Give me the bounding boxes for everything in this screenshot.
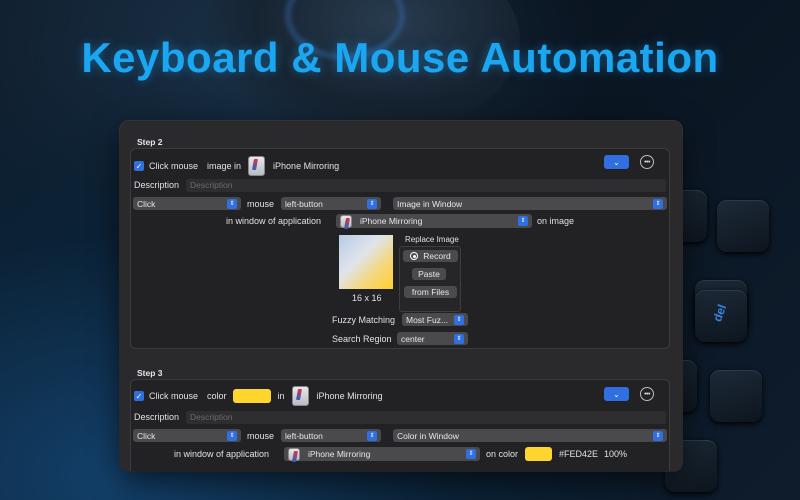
step-3-checkbox[interactable]: ✓ [134, 391, 144, 401]
step-3-window-app: iPhone Mirroring [308, 449, 371, 459]
chevron-updown-icon: ⇕ [227, 430, 237, 441]
image-size-label: 16 x 16 [352, 293, 382, 303]
step-3-tolerance: 100% [604, 449, 628, 459]
chevron-updown-icon: ⇕ [454, 333, 464, 344]
from-files-button[interactable]: from Files [404, 286, 457, 298]
step-2-description-input[interactable]: Description [186, 179, 666, 192]
step-3-title: Step 3 [137, 368, 163, 378]
step-2-title: Step 2 [137, 137, 163, 147]
record-label: Record [423, 251, 451, 261]
step-3-on-color-label: on color [486, 449, 519, 459]
chevron-updown-icon: ⇕ [367, 430, 377, 441]
step-2-mouse-label: mouse [247, 199, 275, 209]
chevron-updown-icon: ⇕ [227, 198, 237, 209]
step-2-mode-select[interactable]: Image in Window ⇕ [393, 197, 667, 210]
step-3-window-label: in window of application [174, 449, 270, 459]
fuzzy-matching-select[interactable]: Most Fuz... ⇕ [402, 313, 468, 326]
step-3-color-well[interactable] [525, 447, 552, 461]
background-key-del: del [695, 290, 747, 342]
select-value: left-button [285, 198, 323, 209]
step-3-more-button[interactable]: ••• [640, 387, 654, 401]
del-key-label: del [710, 302, 730, 324]
step-2-window-app-select[interactable]: iPhone Mirroring ⇕ [336, 214, 532, 228]
paste-button[interactable]: Paste [412, 268, 446, 280]
step-2-window-label: in window of application [226, 216, 322, 226]
replace-image-title: Replace Image [405, 235, 459, 244]
chevron-updown-icon: ⇕ [518, 216, 528, 226]
step-2-box: ✓ Click mouse image in iPhone Mirroring … [130, 148, 670, 349]
step-2-description-label: Description [134, 180, 180, 190]
iphone-mirroring-icon [248, 156, 266, 176]
more-icon: ••• [644, 390, 650, 398]
search-region-label: Search Region [332, 334, 392, 344]
chevron-updown-icon: ⇕ [653, 430, 663, 441]
step-3-description-label: Description [134, 412, 180, 422]
step-3-window-app-select[interactable]: iPhone Mirroring ⇕ [284, 447, 480, 461]
chevron-down-icon: ⌄ [613, 389, 620, 399]
select-value: Most Fuz... [406, 314, 449, 325]
step-2-app: iPhone Mirroring [273, 161, 340, 171]
chevron-updown-icon: ⇕ [367, 198, 377, 209]
step-2-target-type: image in [207, 161, 242, 171]
step-2-on-image-label: on image [537, 216, 575, 226]
step-2-click-type-select[interactable]: Click ⇕ [133, 197, 241, 210]
step-3-button-select[interactable]: left-button ⇕ [281, 429, 381, 442]
select-value: Click [137, 430, 156, 441]
record-button[interactable]: Record [403, 250, 458, 262]
step-3-click-type-select[interactable]: Click ⇕ [133, 429, 241, 442]
chevron-updown-icon: ⇕ [466, 449, 476, 459]
automation-panel: Step 2 ✓ Click mouse image in iPhone Mir… [120, 121, 682, 471]
search-region-select[interactable]: center ⇕ [397, 332, 468, 345]
step-3-box: ✓ Click mouse color in iPhone Mirroring … [130, 379, 670, 471]
step-3-description-input[interactable]: Description [186, 411, 666, 424]
select-value: Click [137, 198, 156, 209]
step-3-target-type: color [207, 391, 227, 401]
iphone-mirroring-icon [288, 447, 300, 461]
select-value: iPhone Mirroring [340, 214, 423, 228]
select-value: left-button [285, 430, 323, 441]
step-3-expand-button[interactable]: ⌄ [604, 387, 629, 401]
chevron-down-icon: ⌄ [613, 157, 620, 167]
step-3-color-swatch[interactable] [232, 389, 271, 403]
select-value: Image in Window [397, 198, 463, 209]
select-value: Color in Window [397, 430, 459, 441]
step-2-window-app: iPhone Mirroring [360, 216, 423, 226]
step-3-color-hex: #FED42E [559, 449, 599, 459]
step-3-mode-select[interactable]: Color in Window ⇕ [393, 429, 667, 442]
step-3-in-label: in [277, 391, 285, 401]
select-value: iPhone Mirroring [288, 447, 371, 461]
replace-image-group: Record Paste from Files [399, 246, 461, 312]
step-3-mouse-label: mouse [247, 431, 275, 441]
step-2-button-select[interactable]: left-button ⇕ [281, 197, 381, 210]
select-value: center [401, 333, 425, 344]
step-2-more-button[interactable]: ••• [640, 155, 654, 169]
step-3-header: ✓ Click mouse color in iPhone Mirroring [134, 386, 383, 406]
step-3-app: iPhone Mirroring [316, 391, 383, 401]
record-icon [410, 252, 419, 260]
step-2-action: Click mouse [149, 161, 199, 171]
step-2-header: ✓ Click mouse image in iPhone Mirroring [134, 156, 339, 176]
step-3-action: Click mouse [149, 391, 199, 401]
iphone-mirroring-icon [340, 214, 352, 228]
headline: Keyboard & Mouse Automation [81, 34, 719, 81]
fuzzy-matching-label: Fuzzy Matching [332, 315, 396, 325]
chevron-updown-icon: ⇕ [454, 314, 464, 325]
step-2-expand-button[interactable]: ⌄ [604, 155, 629, 169]
target-image-thumbnail [339, 235, 393, 289]
chevron-updown-icon: ⇕ [653, 198, 663, 209]
step-2-checkbox[interactable]: ✓ [134, 161, 144, 171]
more-icon: ••• [644, 158, 650, 166]
iphone-mirroring-icon [291, 386, 309, 406]
